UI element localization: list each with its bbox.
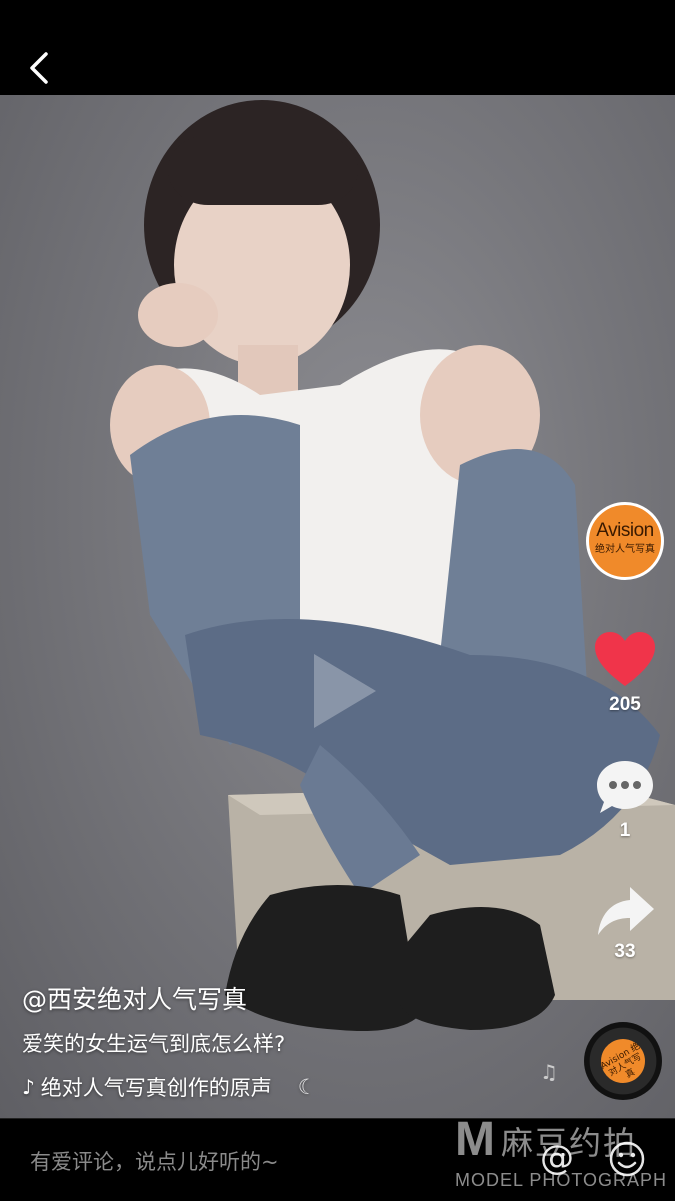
mention-button[interactable]: @	[540, 1138, 574, 1178]
music-disc[interactable]: Avision 绝对人气写真	[584, 1022, 662, 1100]
avatar-brand: Avision	[596, 520, 654, 541]
creator-avatar[interactable]: Avision 绝对人气写真	[586, 502, 664, 580]
video-player[interactable]	[0, 95, 675, 1118]
music-marquee-icon: ☾	[297, 1075, 317, 1099]
share-count: 33	[614, 941, 636, 962]
music-title: 绝对人气写真创作的原声	[40, 1076, 272, 1100]
smile-icon[interactable]	[608, 1140, 646, 1178]
comment-count: 1	[619, 820, 631, 841]
author-name[interactable]: @西安绝对人气写真	[22, 980, 247, 1016]
share-action[interactable]: 33	[585, 885, 665, 963]
avatar-subtitle: 绝对人气写真	[595, 544, 655, 555]
post-caption: 爱笑的女生运气到底怎么样?	[22, 1032, 286, 1056]
video-frame	[110, 100, 675, 1031]
play-icon[interactable]	[296, 648, 382, 734]
comment-input[interactable]: 有爱评论，说点儿好听的~	[30, 1146, 279, 1176]
heart-icon[interactable]	[593, 630, 657, 690]
comment-action[interactable]: 1	[585, 758, 665, 842]
tiktok-note-icon: ♪	[22, 1075, 35, 1099]
top-bar	[0, 0, 675, 95]
music-note-icon: ♫	[540, 1060, 558, 1084]
disc-label: Avision 绝对人气写真	[592, 1030, 654, 1092]
share-arrow-icon[interactable]	[594, 885, 656, 937]
like-action[interactable]: 205	[585, 630, 665, 716]
chevron-left-icon[interactable]	[22, 48, 56, 88]
like-count: 205	[609, 694, 641, 715]
speech-bubble-icon[interactable]	[594, 758, 656, 816]
music-row[interactable]: ♪ 绝对人气写真创作的原声 ☾	[22, 1072, 317, 1102]
